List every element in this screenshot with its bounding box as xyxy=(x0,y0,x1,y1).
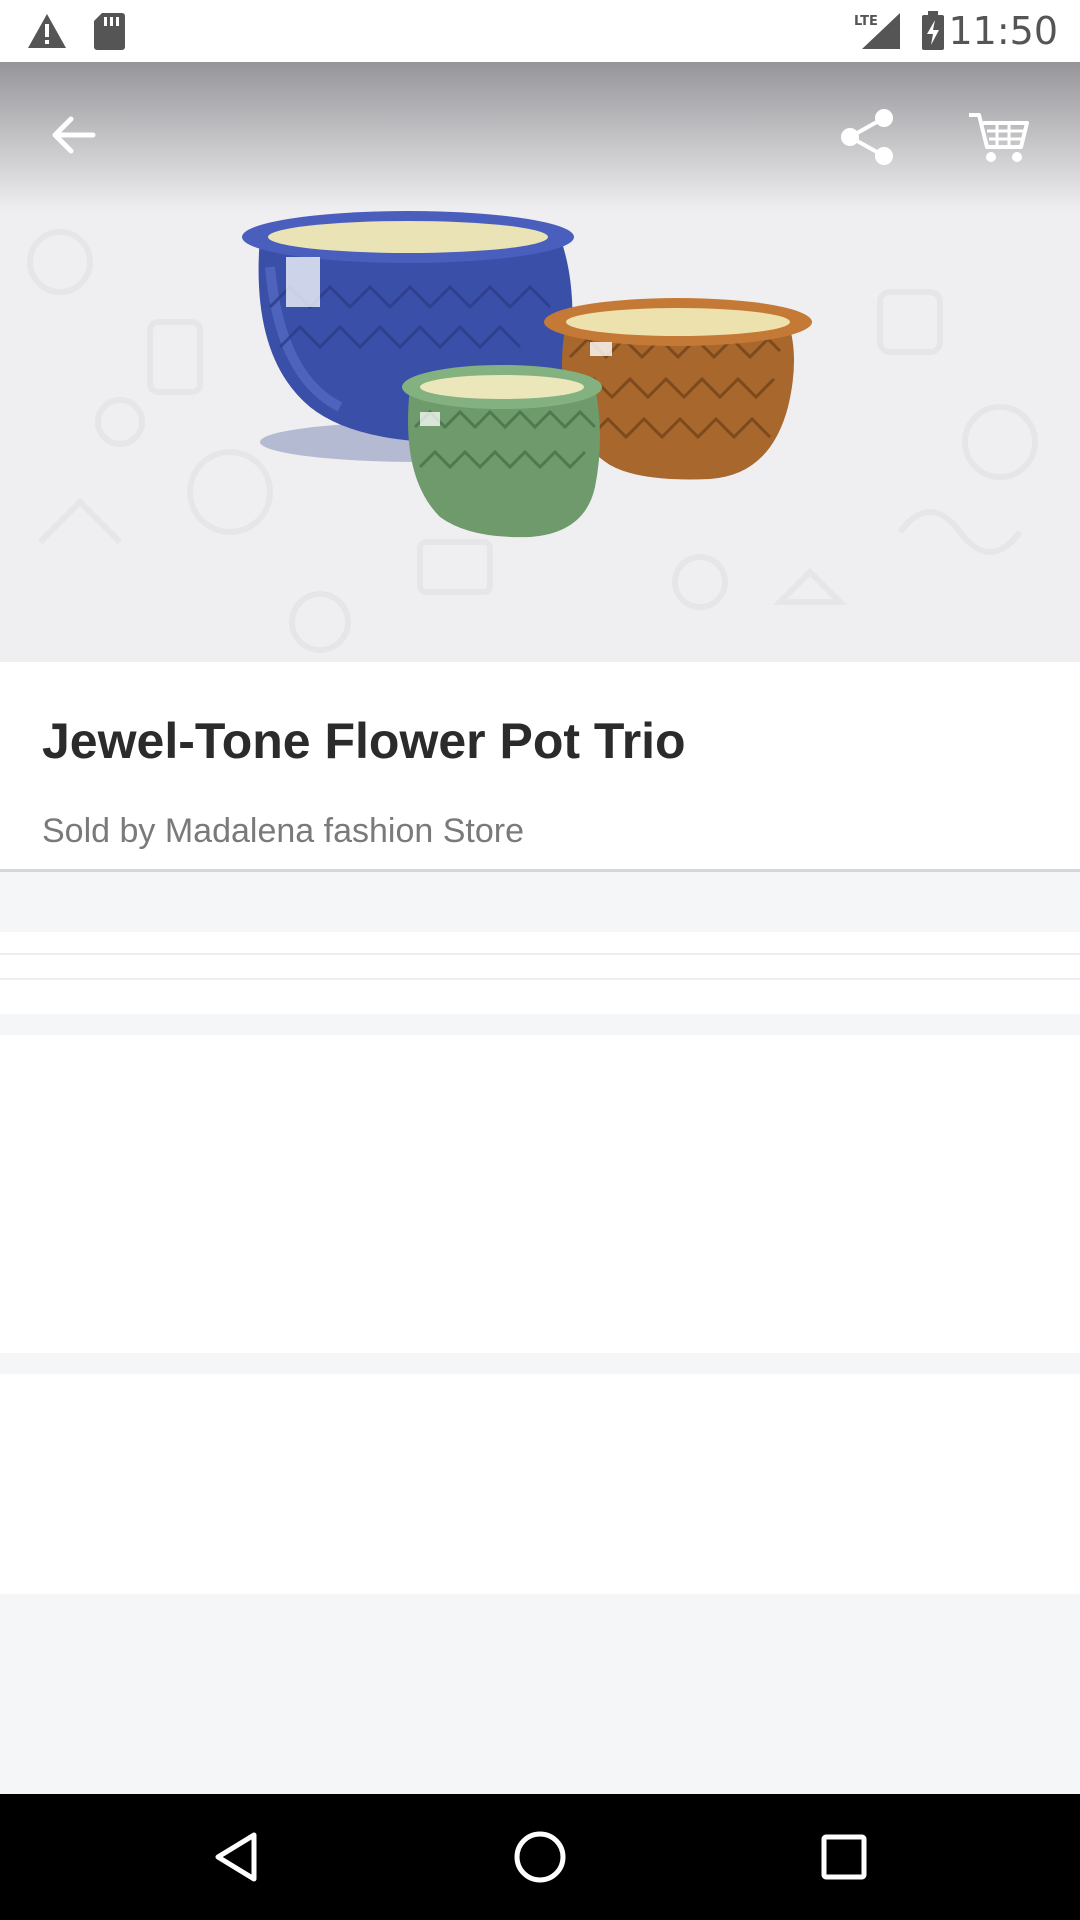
flower-pots-image xyxy=(242,211,812,538)
placeholder-section xyxy=(0,932,1080,1014)
cart-icon[interactable] xyxy=(964,106,1034,168)
seller-link[interactable]: Sold by Madalena fashion Store xyxy=(42,812,524,851)
warning-icon xyxy=(26,0,68,62)
product-info-section: Jewel-Tone Flower Pot Trio Sold by Madal… xyxy=(0,662,1080,872)
lte-signal-icon: LTE xyxy=(852,0,902,62)
svg-text:LTE: LTE xyxy=(854,14,878,29)
home-circle-icon[interactable] xyxy=(500,1794,580,1920)
product-image-area[interactable] xyxy=(0,62,1080,662)
share-icon[interactable] xyxy=(836,106,898,168)
placeholder-divider xyxy=(0,953,1080,955)
back-triangle-icon[interactable] xyxy=(196,1794,276,1920)
sd-card-icon xyxy=(92,0,126,62)
placeholder-section xyxy=(0,1374,1080,1594)
battery-charging-icon xyxy=(920,0,946,62)
status-bar: LTE 11:50 xyxy=(0,0,1080,62)
placeholder-section xyxy=(0,1035,1080,1353)
recents-square-icon[interactable] xyxy=(804,1794,884,1920)
status-time: 11:50 xyxy=(948,9,1058,53)
product-title: Jewel-Tone Flower Pot Trio xyxy=(42,713,686,769)
placeholder-divider xyxy=(0,978,1080,980)
toolbar-scrim xyxy=(0,62,1080,212)
system-nav-bar xyxy=(0,1794,1080,1920)
back-arrow-icon[interactable] xyxy=(40,102,106,168)
